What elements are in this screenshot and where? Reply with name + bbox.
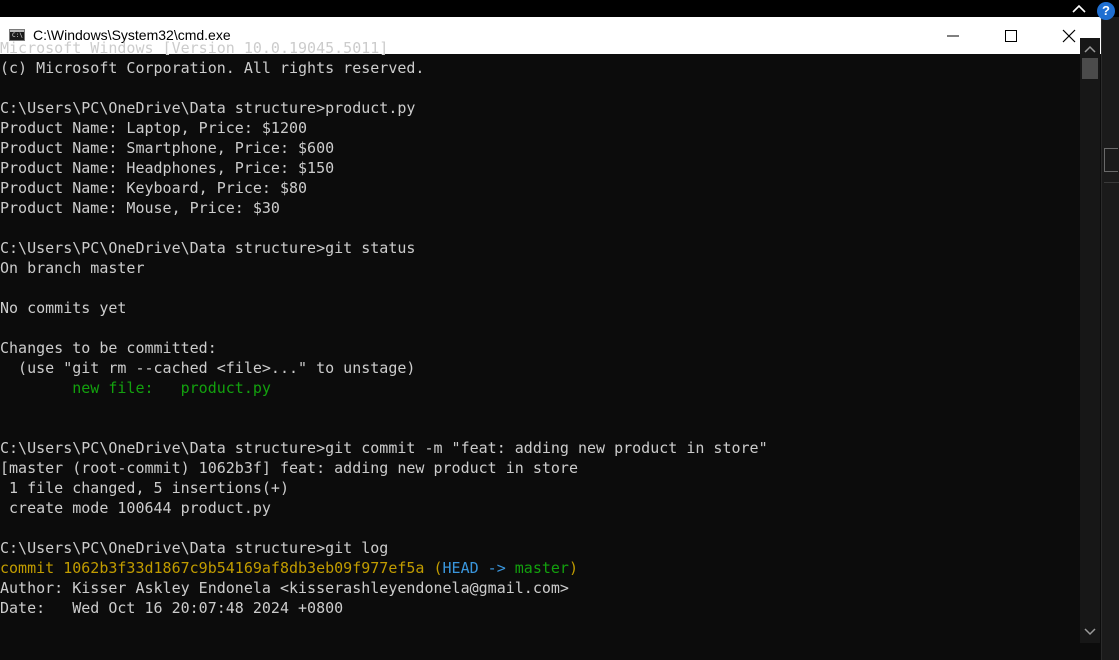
console-text: Product Name: Keyboard, Price: $80 xyxy=(0,179,308,197)
console-text: ) xyxy=(568,559,578,577)
console-text: create mode 100644 product.py xyxy=(0,499,271,517)
console-text: Microsoft Windows [Version 10.0.19045.50… xyxy=(0,39,389,57)
console-text: master xyxy=(514,559,569,577)
console-text: Product Name: Headphones, Price: $150 xyxy=(0,159,335,177)
scrollbar-thumb[interactable] xyxy=(1082,58,1098,79)
console-text: On branch master xyxy=(0,259,145,277)
console-text: C:\Users\PC\OneDrive\Data structure>git … xyxy=(0,539,389,557)
console-line: Microsoft Windows [Version 10.0.19045.50… xyxy=(0,38,1080,58)
console-line: Product Name: Headphones, Price: $150 xyxy=(0,158,1080,178)
console-line: commit 1062b3f33d1867c9b54169af8db3eb09f… xyxy=(0,558,1080,578)
console-line: (c) Microsoft Corporation. All rights re… xyxy=(0,58,1080,78)
console-line: C:\Users\PC\OneDrive\Data structure>git … xyxy=(0,438,1080,458)
help-icon[interactable]: ? xyxy=(1097,2,1115,20)
console-text: Date: Wed Oct 16 20:07:48 2024 +0800 xyxy=(0,599,344,617)
console-line: Product Name: Laptop, Price: $1200 xyxy=(0,118,1080,138)
console-line: 1 file changed, 5 insertions(+) xyxy=(0,478,1080,498)
console-text: (use "git rm --cached <file>..." to unst… xyxy=(0,359,416,377)
console-text: 1 file changed, 5 insertions(+) xyxy=(0,479,289,497)
console-text: (c) Microsoft Corporation. All rights re… xyxy=(0,59,425,77)
console-line: Product Name: Keyboard, Price: $80 xyxy=(0,178,1080,198)
console-line: new file: product.py xyxy=(0,378,1080,398)
background-window-edge xyxy=(1102,17,1119,660)
console-output[interactable]: Microsoft Windows [Version 10.0.19045.50… xyxy=(0,38,1080,643)
console-text: Product Name: Smartphone, Price: $600 xyxy=(0,139,335,157)
console-text: Author: Kisser Askley Endonela <kisseras… xyxy=(0,579,569,597)
console-line: No commits yet xyxy=(0,298,1080,318)
console-text: C:\Users\PC\OneDrive\Data structure>prod… xyxy=(0,99,416,117)
console-line: Date: Wed Oct 16 20:07:48 2024 +0800 xyxy=(0,598,1080,618)
background-divider xyxy=(1104,182,1119,183)
console-line: Product Name: Smartphone, Price: $600 xyxy=(0,138,1080,158)
console-text: commit 1062b3f33d1867c9b54169af8db3eb09f… xyxy=(0,559,434,577)
scroll-down-arrow-icon[interactable] xyxy=(1084,627,1096,637)
console-text: C:\Users\PC\OneDrive\Data structure>git … xyxy=(0,439,768,457)
console-line: [master (root-commit) 1062b3f] feat: add… xyxy=(0,458,1080,478)
console-line: C:\Users\PC\OneDrive\Data structure>prod… xyxy=(0,98,1080,118)
console-line: Product Name: Mouse, Price: $30 xyxy=(0,198,1080,218)
console-line: C:\Users\PC\OneDrive\Data structure>git … xyxy=(0,538,1080,558)
console-text: [master (root-commit) 1062b3f] feat: add… xyxy=(0,459,578,477)
console-line: C:\Users\PC\OneDrive\Data structure>git … xyxy=(0,238,1080,258)
console-text: new file: product.py xyxy=(72,379,271,397)
console-text: ( xyxy=(433,559,443,577)
console-text: Changes to be committed: xyxy=(0,339,217,357)
chevron-up-icon[interactable] xyxy=(1071,3,1087,15)
background-window-fragment xyxy=(1104,148,1118,172)
vertical-scrollbar[interactable] xyxy=(1080,38,1100,643)
console-text: HEAD -> xyxy=(442,559,515,577)
console-text: No commits yet xyxy=(0,299,127,317)
console-text: Product Name: Mouse, Price: $30 xyxy=(0,199,280,217)
console-line: Changes to be committed: xyxy=(0,338,1080,358)
console-text: C:\Users\PC\OneDrive\Data structure>git … xyxy=(0,239,416,257)
console-line: On branch master xyxy=(0,258,1080,278)
scroll-up-arrow-icon[interactable] xyxy=(1084,44,1096,54)
console-line: Author: Kisser Askley Endonela <kisseras… xyxy=(0,578,1080,598)
console-text: Product Name: Laptop, Price: $1200 xyxy=(0,119,308,137)
console-line: create mode 100644 product.py xyxy=(0,498,1080,518)
console-line: (use "git rm --cached <file>..." to unst… xyxy=(0,358,1080,378)
